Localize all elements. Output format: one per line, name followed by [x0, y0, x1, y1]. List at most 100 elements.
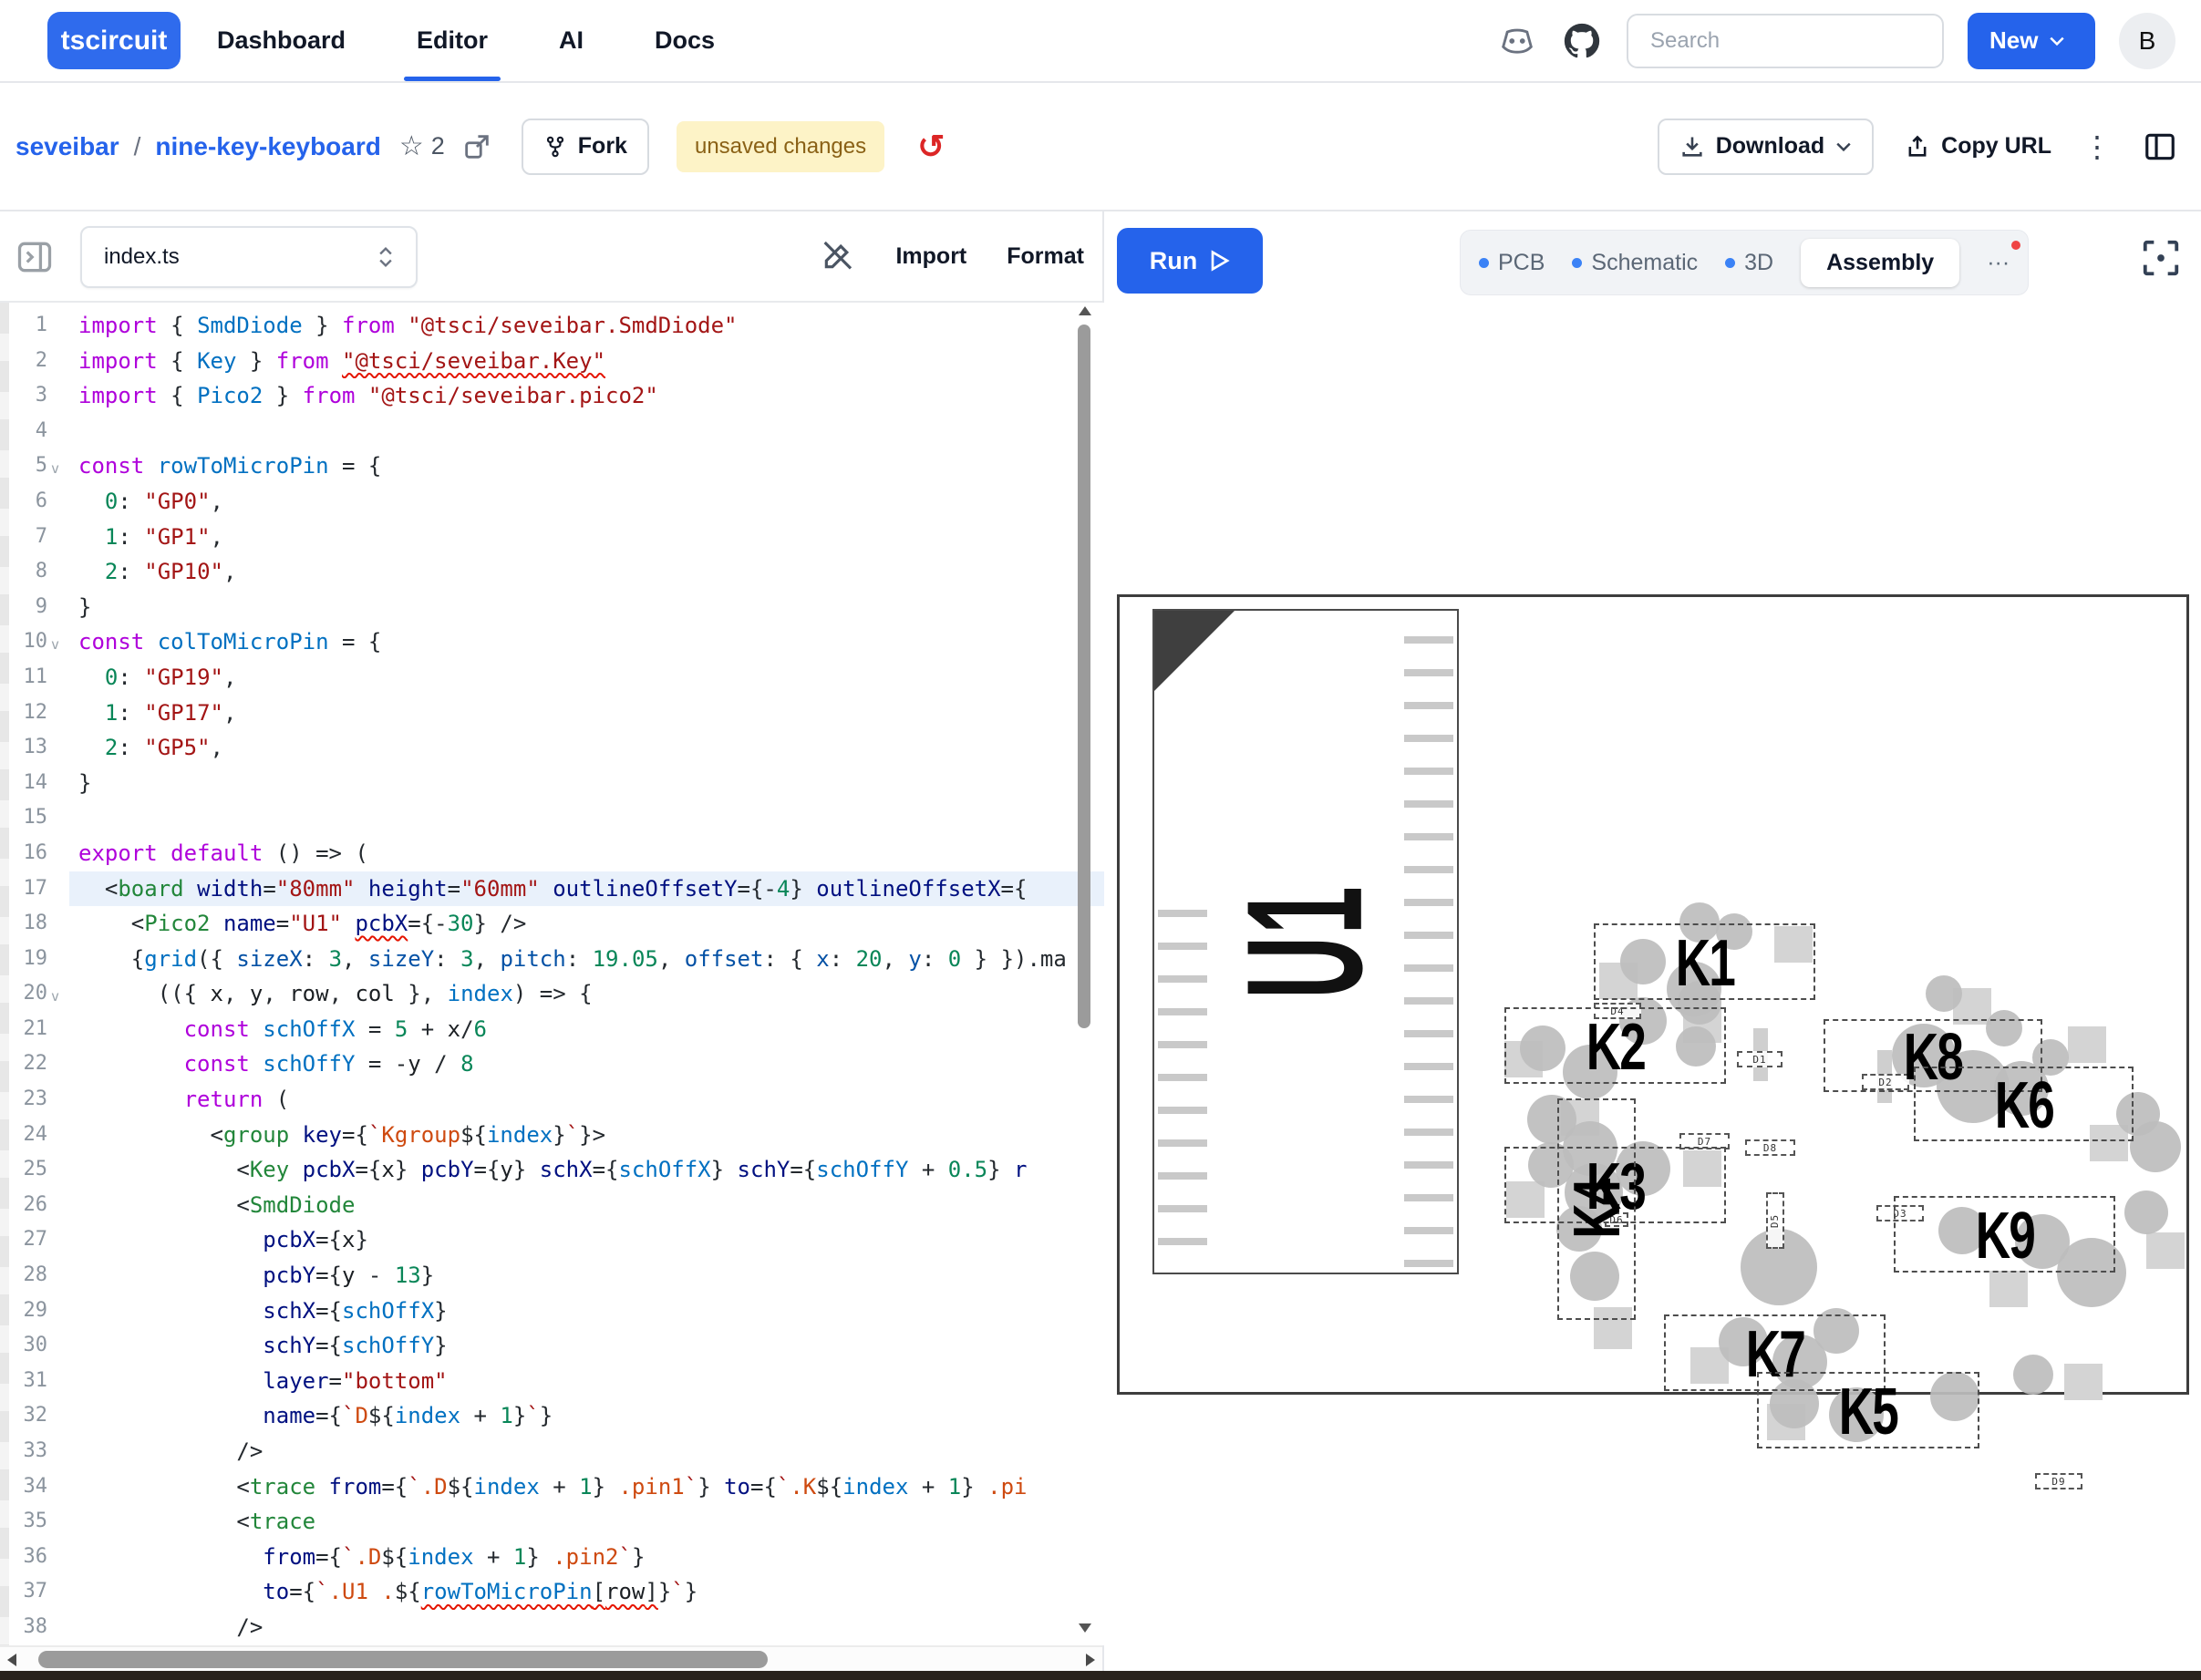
tab-pcb[interactable]: PCB [1479, 250, 1545, 276]
code-line[interactable]: 3import { Pico2 } from "@tsci/seveibar.p… [9, 378, 1104, 414]
line-gutter: 4 [9, 414, 69, 449]
line-number: 13 [24, 730, 48, 766]
code-line[interactable]: 4 [9, 414, 1104, 449]
search-input[interactable] [1650, 28, 1920, 54]
code-line[interactable]: 10vconst colToMicroPin = { [9, 624, 1104, 660]
line-number: 7 [36, 520, 47, 555]
nav-item-dashboard[interactable]: Dashboard [217, 0, 346, 81]
import-button[interactable]: Import [895, 243, 966, 270]
repo-name-link[interactable]: nine-key-keyboard [155, 132, 380, 161]
line-gutter: 24 [9, 1118, 69, 1153]
more-options-icon[interactable]: ⋮ [2082, 129, 2112, 164]
line-gutter: 28 [9, 1258, 69, 1293]
key-footprint-k4[interactable]: K4 [1557, 1098, 1636, 1320]
fullscreen-icon[interactable] [2140, 237, 2182, 279]
fold-icon[interactable]: v [51, 627, 64, 663]
code-line[interactable]: 7 1: "GP1", [9, 520, 1104, 555]
diode-footprint-d9[interactable]: D9 [2035, 1473, 2082, 1489]
discord-icon[interactable] [1497, 25, 1537, 57]
code-line[interactable]: 29 schX={schOffX} [9, 1293, 1104, 1329]
star-count[interactable]: ☆ 2 [399, 130, 445, 162]
horizontal-scrollbar[interactable] [0, 1645, 1102, 1671]
line-gutter: 32 [9, 1398, 69, 1434]
download-button[interactable]: Download [1658, 119, 1874, 175]
code-line[interactable]: 24 <group key={`Kgroup${index}`}> [9, 1118, 1104, 1153]
view-tabs: PCB Schematic 3D Assembly ··· [1460, 230, 2029, 295]
tab-3d[interactable]: 3D [1725, 250, 1773, 276]
diode-footprint-d8[interactable]: D8 [1745, 1139, 1795, 1156]
tscircuit-logo[interactable]: tscircuit [47, 12, 181, 69]
github-icon[interactable] [1561, 20, 1603, 62]
line-number: 28 [24, 1258, 48, 1293]
code-line[interactable]: 32 name={`D${index + 1}`} [9, 1398, 1104, 1434]
tab-[interactable]: ··· [1987, 250, 2010, 276]
nav-item-docs[interactable]: Docs [655, 0, 715, 81]
line-number: 16 [24, 836, 48, 871]
code-line[interactable]: 33 /> [9, 1434, 1104, 1469]
line-number: 30 [24, 1328, 48, 1364]
code-line[interactable]: 34 <trace from={`.D${index + 1} .pin1`} … [9, 1469, 1104, 1505]
nav-item-editor[interactable]: Editor [417, 0, 488, 81]
fork-button[interactable]: Fork [522, 119, 649, 175]
code-line[interactable]: 13 2: "GP5", [9, 730, 1104, 766]
line-number: 21 [24, 1012, 48, 1047]
key-footprint-k6[interactable]: K6 [1914, 1067, 2134, 1141]
code-line[interactable]: 6 0: "GP0", [9, 484, 1104, 520]
line-gutter: 33 [9, 1434, 69, 1469]
key-footprint-k9[interactable]: K9 [1894, 1196, 2115, 1273]
key-footprint-k5[interactable]: K5 [1757, 1372, 1979, 1448]
edit-off-icon[interactable] [819, 238, 855, 274]
code-line[interactable]: 11 0: "GP19", [9, 660, 1104, 696]
code-line[interactable]: 8 2: "GP10", [9, 554, 1104, 590]
line-gutter: 10v [9, 624, 69, 660]
code-text: layer="bottom" [69, 1364, 1104, 1399]
format-button[interactable]: Format [1007, 243, 1084, 270]
code-line[interactable]: 35 <trace [9, 1504, 1104, 1540]
chip-U1[interactable]: U1 [1152, 609, 1459, 1274]
tab-schematic[interactable]: Schematic [1572, 250, 1698, 276]
sidebar-toggle-icon[interactable] [15, 237, 55, 277]
code-line[interactable]: 2import { Key } from "@tsci/seveibar.Key… [9, 344, 1104, 379]
line-number: 12 [24, 696, 48, 731]
undo-icon[interactable]: ↺ [917, 130, 945, 163]
line-gutter: 14 [9, 766, 69, 801]
code-line[interactable]: 30 schY={schOffY} [9, 1328, 1104, 1364]
code-line[interactable]: 5vconst rowToMicroPin = { [9, 448, 1104, 484]
code-text: 0: "GP19", [69, 660, 1104, 696]
code-line[interactable]: 26 <SmdDiode [9, 1188, 1104, 1223]
fold-icon[interactable]: v [51, 979, 64, 1015]
scroll-down-arrow[interactable] [1079, 1623, 1091, 1633]
tab-assembly[interactable]: Assembly [1801, 239, 1959, 287]
fold-icon[interactable]: v [51, 451, 64, 487]
assembly-canvas[interactable]: D4D1D2D7D8D3D5D6D9K1K2K8K6K3K4K9K7K5 U1 [1106, 303, 2201, 1671]
run-button[interactable]: Run [1117, 228, 1263, 294]
line-gutter: 3 [9, 378, 69, 414]
scroll-left-arrow[interactable] [7, 1654, 16, 1666]
code-line[interactable]: 1import { SmdDiode } from "@tsci/seveiba… [9, 308, 1104, 344]
code-line[interactable]: 25 <Key pcbX={x} pcbY={y} schX={schOffX}… [9, 1152, 1104, 1188]
diode-footprint-d5[interactable]: D5 [1766, 1192, 1784, 1249]
code-line[interactable]: 12 1: "GP17", [9, 696, 1104, 731]
code-line[interactable]: 9} [9, 590, 1104, 625]
repo-owner-link[interactable]: seveibar [16, 132, 119, 161]
file-select[interactable]: index.ts [80, 226, 418, 288]
user-avatar[interactable]: B [2119, 13, 2175, 69]
new-button[interactable]: New [1968, 13, 2095, 69]
code-line[interactable]: 36 from={`.D${index + 1} .pin2`} [9, 1540, 1104, 1575]
line-number: 32 [24, 1398, 48, 1434]
code-line[interactable]: 31 layer="bottom" [9, 1364, 1104, 1399]
pad-circle [2013, 1355, 2053, 1395]
scroll-right-arrow[interactable] [1086, 1654, 1095, 1666]
panel-layout-icon[interactable] [2143, 129, 2177, 164]
line-gutter: 37 [9, 1574, 69, 1610]
line-number: 14 [24, 766, 48, 801]
open-external-icon[interactable] [461, 131, 492, 162]
code-line[interactable]: 27 pcbX={x} [9, 1222, 1104, 1258]
copy-url-button[interactable]: Copy URL [1905, 133, 2051, 160]
nav-item-ai[interactable]: AI [559, 0, 584, 81]
scroll-up-arrow[interactable] [1079, 306, 1091, 315]
horizontal-scroll-thumb[interactable] [38, 1651, 768, 1668]
code-line[interactable]: 28 pcbY={y - 13} [9, 1258, 1104, 1293]
code-line[interactable]: 37 to={`.U1 .${rowToMicroPin[row]}`} [9, 1574, 1104, 1610]
code-line[interactable]: 38 /> [9, 1610, 1104, 1645]
